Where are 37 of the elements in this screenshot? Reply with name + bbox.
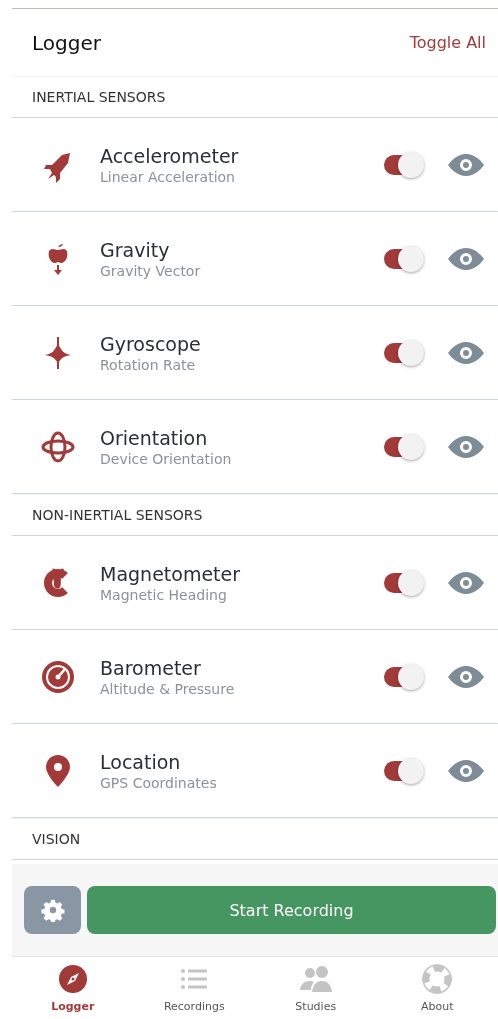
toggle-all-button[interactable]: Toggle All — [409, 33, 486, 52]
sensor-subtitle: Magnetic Heading — [100, 586, 228, 603]
users-icon — [297, 963, 334, 994]
eye-icon[interactable] — [448, 434, 484, 459]
nav-tab[interactable]: Studies — [255, 957, 377, 1019]
lifebuoy-icon — [422, 963, 453, 994]
sensor-subtitle: Device Orientation — [100, 450, 233, 467]
sensor-subtitle: Rotation Rate — [100, 356, 197, 373]
settings-button[interactable] — [24, 886, 81, 934]
nav-tab[interactable]: Logger — [12, 957, 134, 1019]
page-title: Logger — [32, 30, 101, 55]
eye-icon[interactable] — [448, 758, 484, 783]
eye-icon[interactable] — [448, 152, 484, 177]
compass-icon — [57, 963, 88, 994]
eye-icon[interactable] — [448, 570, 484, 595]
section-header: INERTIAL SENSORS — [12, 76, 498, 118]
sensor-subtitle: Altitude & Pressure — [100, 680, 236, 697]
start-recording-button[interactable]: Start Recording — [87, 886, 496, 934]
eye-icon[interactable] — [448, 246, 484, 271]
nav-tab[interactable]: About — [376, 957, 498, 1019]
sensor-subtitle: Linear Acceleration — [100, 168, 236, 185]
section-header: NON-INERTIAL SENSORS — [12, 494, 498, 536]
sensor-name: Magnetometer — [100, 562, 242, 585]
section-header: VISION — [12, 818, 498, 860]
eye-icon[interactable] — [448, 664, 484, 689]
sensor-name: Orientation — [100, 426, 209, 449]
gauge-icon — [40, 658, 76, 695]
sensor-name: Barometer — [100, 656, 202, 679]
nav-tab[interactable]: Recordings — [133, 957, 255, 1019]
sensor-subtitle: Gravity Vector — [100, 262, 202, 279]
sensor-name: Gravity — [100, 238, 171, 261]
eye-icon[interactable] — [448, 340, 484, 365]
sensor-name: Gyroscope — [100, 332, 202, 355]
sensor-subtitle: GPS Coordinates — [100, 774, 218, 791]
sensor-name: Accelerometer — [100, 144, 240, 167]
sensor-name: Location — [100, 750, 182, 773]
settings-icon — [40, 898, 65, 922]
